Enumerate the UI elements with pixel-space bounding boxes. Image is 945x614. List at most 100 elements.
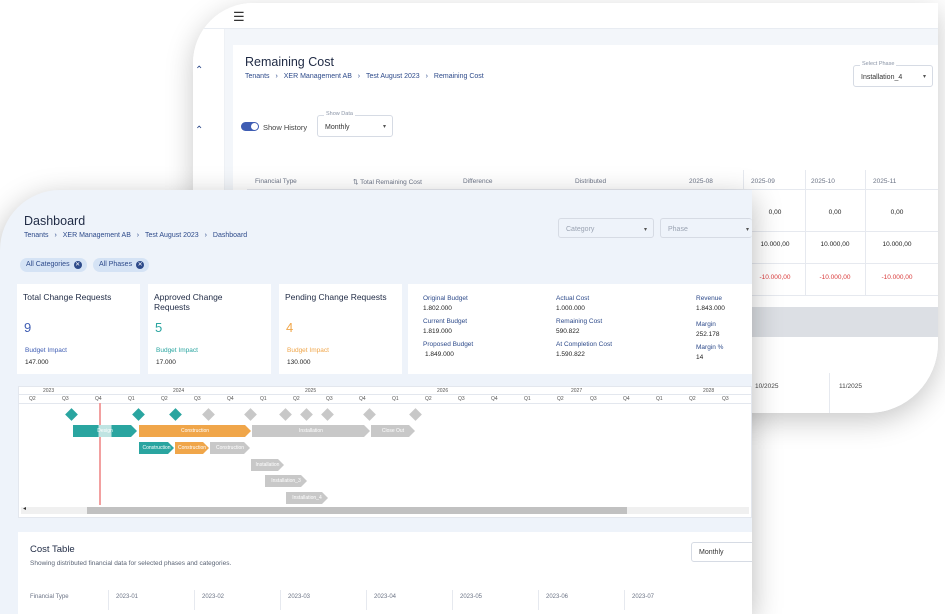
fin-label: At Completion Cost — [556, 341, 612, 348]
header-2025-08: 2025-08 — [689, 178, 713, 185]
period-select-value: Monthly — [699, 549, 724, 556]
budget-impact-value: 130.000 — [287, 359, 311, 366]
filter-chip-all-phases[interactable]: All Phases ✕ — [93, 258, 150, 272]
milestone-icon[interactable] — [409, 408, 422, 421]
category-select[interactable]: Category ▾ — [558, 218, 654, 238]
budget-impact-value: 17.000 — [156, 359, 176, 366]
breadcrumb-item[interactable]: Tenants › — [245, 73, 278, 80]
breadcrumb-item[interactable]: Tenants › — [24, 232, 57, 239]
breadcrumb-item[interactable]: XER Management AB › — [63, 232, 139, 239]
milestone-icon[interactable] — [169, 408, 182, 421]
table-cell: -10.000,00 — [759, 274, 791, 281]
header-2025-10: 2025-10 — [811, 178, 835, 185]
gantt-quarter-label: Q3 — [590, 396, 597, 402]
divider — [19, 403, 751, 404]
chevron-up-icon[interactable]: ⌃ — [195, 65, 203, 76]
gantt-quarter-label: Q3 — [722, 396, 729, 402]
gantt-quarter-label: Q1 — [392, 396, 399, 402]
milestone-icon[interactable] — [244, 408, 257, 421]
cost-table-title: Cost Table — [30, 544, 75, 555]
header-month: 2023-04 — [374, 594, 397, 600]
header-month: 2023-01 — [116, 594, 139, 600]
gantt-bar[interactable]: Installation — [252, 425, 370, 437]
gantt-bar[interactable]: Construction — [139, 442, 174, 454]
gantt-bar[interactable]: Construction — [175, 442, 209, 454]
scroll-left-icon[interactable]: ◂ — [23, 505, 26, 512]
milestone-icon[interactable] — [65, 408, 78, 421]
fin-value: 590.822 — [556, 328, 580, 335]
gantt-quarter-label: Q4 — [623, 396, 630, 402]
today-line — [99, 403, 101, 505]
header-total-remaining-cost[interactable]: ⇅ Total Remaining Cost — [353, 178, 422, 186]
milestone-icon[interactable] — [321, 408, 334, 421]
divider — [865, 170, 866, 295]
category-placeholder: Category — [566, 226, 595, 233]
milestone-icon[interactable] — [363, 408, 376, 421]
caret-down-icon: ▾ — [643, 227, 647, 233]
chevron-up-icon[interactable]: ⌃ — [195, 125, 203, 136]
filter-chip-all-categories[interactable]: All Categories ✕ — [20, 258, 87, 272]
phase-select-value: Installation_4 — [861, 74, 903, 81]
gantt-quarter-label: Q2 — [29, 396, 36, 402]
gantt-quarter-label: Q3 — [326, 396, 333, 402]
header-financial-type: Financial Type — [30, 594, 69, 600]
gantt-quarter-label: Q2 — [425, 396, 432, 402]
scrollbar-thumb[interactable] — [87, 507, 627, 514]
gantt-year-label: 2027 — [571, 388, 583, 394]
gantt-quarter-label: Q4 — [359, 396, 366, 402]
phase-placeholder: Phase — [668, 226, 688, 233]
gantt-quarter-label: Q4 — [95, 396, 102, 402]
show-data-select[interactable]: Show Data Monthly ▾ — [317, 111, 393, 137]
milestone-icon[interactable] — [300, 408, 313, 421]
card-title: Total Change Requests — [23, 292, 112, 302]
gantt-year-label: 2024 — [173, 388, 185, 394]
financial-summary: Original Budget 1.802.000 Current Budget… — [408, 284, 752, 374]
milestone-icon[interactable] — [279, 408, 292, 421]
divider — [280, 590, 281, 610]
table-cell: 10.000,00 — [820, 241, 850, 248]
menu-icon[interactable]: ☰ — [233, 9, 245, 25]
card-number: 5 — [155, 320, 163, 335]
milestone-icon[interactable] — [132, 408, 145, 421]
divider — [452, 590, 453, 610]
close-icon[interactable]: ✕ — [73, 261, 82, 269]
gantt-bar[interactable]: Installation — [251, 459, 284, 471]
gantt-quarter-label: Q1 — [656, 396, 663, 402]
screenshot-stage: ☰ ⌃ ⌃ Remaining Cost Tenants › XER Manag… — [0, 0, 945, 614]
gantt-quarter-label: Q2 — [161, 396, 168, 402]
sort-icon[interactable]: ⇅ — [353, 179, 358, 186]
header-month: 2023-02 — [202, 594, 225, 600]
fin-label: Current Budget — [423, 318, 468, 325]
header-month: 2023-05 — [460, 594, 483, 600]
phase-select[interactable]: Phase ▾ — [660, 218, 752, 238]
fin-value: 14 — [696, 354, 704, 361]
breadcrumb-item[interactable]: Test August 2023 › — [145, 232, 207, 239]
gantt-bar[interactable]: Installation_3 — [265, 475, 307, 487]
show-history-toggle[interactable] — [241, 122, 259, 131]
table-cell: -10.000,00 — [819, 274, 851, 281]
fin-value: 1.590.822 — [556, 351, 585, 358]
close-icon[interactable]: ✕ — [136, 261, 145, 269]
period-select[interactable]: Monthly — [691, 542, 752, 562]
header-distributed: Distributed — [575, 178, 607, 185]
gantt-chart[interactable]: Design Construction Installation Close O… — [18, 386, 752, 518]
breadcrumb-item[interactable]: XER Management AB › — [284, 73, 360, 80]
divider — [194, 590, 195, 610]
gantt-bar[interactable]: Design — [73, 425, 137, 437]
gantt-quarter-label: Q2 — [557, 396, 564, 402]
divider — [19, 394, 751, 395]
milestone-icon[interactable] — [202, 408, 215, 421]
period-label: 11/2025 — [839, 383, 863, 390]
divider — [829, 373, 830, 413]
gantt-bar[interactable]: Installation_4 — [286, 492, 328, 504]
header-month: 2023-03 — [288, 594, 311, 600]
horizontal-scrollbar[interactable]: ◂ — [21, 505, 749, 514]
table-cell: -10.000,00 — [881, 274, 913, 281]
gantt-bar[interactable]: Construction — [210, 442, 250, 454]
phase-select[interactable]: Select Phase Installation_4 ▾ — [853, 61, 933, 87]
fin-label: Remaining Cost — [556, 318, 603, 325]
gantt-bar[interactable]: Close Out — [371, 425, 415, 437]
table-cell: 0,00 — [768, 209, 782, 216]
breadcrumb-item[interactable]: Test August 2023 › — [366, 73, 428, 80]
gantt-bar[interactable]: Construction — [139, 425, 251, 437]
